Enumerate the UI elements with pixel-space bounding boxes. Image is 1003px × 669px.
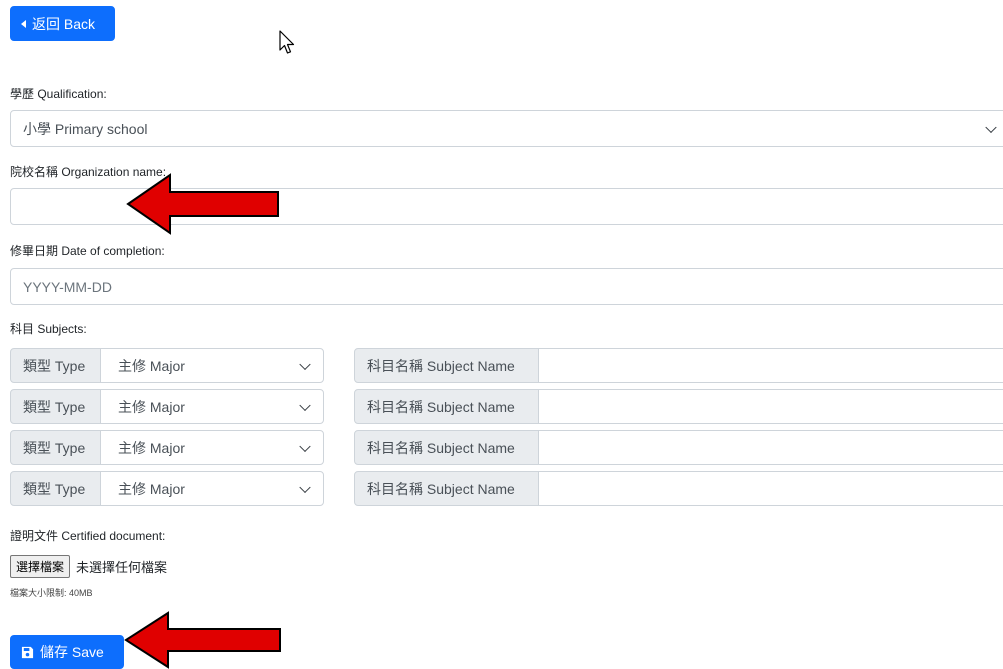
caret-left-icon bbox=[21, 19, 26, 28]
subject-name-input[interactable] bbox=[538, 430, 1003, 465]
subject-name-addon: 科目名稱 Subject Name bbox=[354, 389, 539, 424]
back-button[interactable]: 返回 Back bbox=[10, 6, 115, 41]
qualification-selected: 小學 Primary school bbox=[23, 120, 148, 137]
file-size-hint: 檔案大小限制: 40MB bbox=[10, 588, 93, 598]
chevron-down-icon bbox=[299, 481, 311, 493]
subject-type-select[interactable]: 主修 Major bbox=[100, 348, 324, 383]
back-button-label: 返回 Back bbox=[32, 15, 96, 32]
subject-type-addon: 類型 Type bbox=[10, 471, 101, 506]
subject-type-select[interactable]: 主修 Major bbox=[100, 471, 324, 506]
subject-type-value: 主修 Major bbox=[118, 357, 185, 374]
document-label: 證明文件 Certified document: bbox=[10, 529, 166, 543]
mouse-cursor-icon bbox=[279, 30, 295, 54]
subject-name-input[interactable] bbox=[538, 389, 1003, 424]
subject-name-addon: 科目名稱 Subject Name bbox=[354, 348, 539, 383]
subject-name-addon: 科目名稱 Subject Name bbox=[354, 471, 539, 506]
qualification-label: 學歷 Qualification: bbox=[10, 87, 107, 101]
chevron-down-icon bbox=[299, 399, 311, 411]
subject-name-input[interactable] bbox=[538, 348, 1003, 383]
completion-label: 修畢日期 Date of completion: bbox=[10, 244, 165, 258]
subject-type-addon: 類型 Type bbox=[10, 430, 101, 465]
subject-type-select[interactable]: 主修 Major bbox=[100, 430, 324, 465]
choose-file-button[interactable]: 選擇檔案 bbox=[10, 555, 71, 578]
subject-name-input[interactable] bbox=[538, 471, 1003, 506]
subject-type-value: 主修 Major bbox=[118, 480, 185, 497]
completion-placeholder: YYYY-MM-DD bbox=[23, 278, 112, 295]
subject-type-value: 主修 Major bbox=[118, 439, 185, 456]
file-status: 未選擇任何檔案 bbox=[76, 560, 168, 575]
chevron-down-icon bbox=[299, 440, 311, 452]
subjects-label: 科目 Subjects: bbox=[10, 322, 87, 336]
subject-type-addon: 類型 Type bbox=[10, 348, 101, 383]
save-button-label: 儲存 Save bbox=[40, 644, 104, 660]
save-button[interactable]: 儲存 Save bbox=[10, 635, 124, 669]
qualification-select[interactable]: 小學 Primary school bbox=[10, 110, 1003, 147]
floppy-disk-icon bbox=[21, 646, 34, 658]
red-arrow-icon bbox=[124, 611, 281, 669]
subject-type-value: 主修 Major bbox=[118, 398, 185, 415]
subject-type-select[interactable]: 主修 Major bbox=[100, 389, 324, 424]
completion-date-input[interactable]: YYYY-MM-DD bbox=[10, 268, 1003, 305]
file-upload: 選擇檔案 未選擇任何檔案 bbox=[10, 555, 167, 578]
chevron-down-icon bbox=[299, 358, 311, 370]
red-arrow-icon bbox=[126, 173, 279, 235]
subject-name-addon: 科目名稱 Subject Name bbox=[354, 430, 539, 465]
subject-type-addon: 類型 Type bbox=[10, 389, 101, 424]
chevron-down-icon bbox=[985, 121, 997, 133]
